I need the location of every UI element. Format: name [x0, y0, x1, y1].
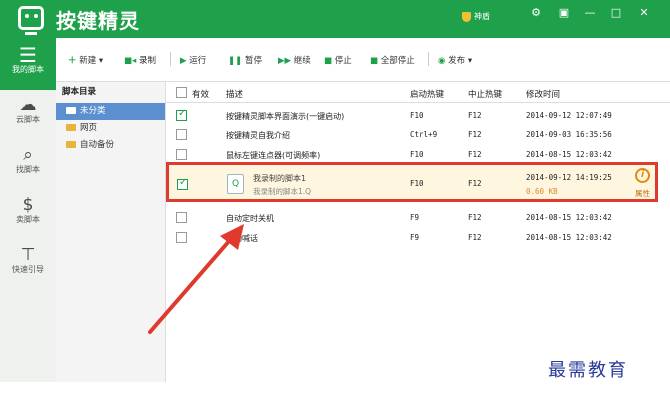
watermark: 最需教育: [548, 360, 628, 381]
annotation-arrow: [148, 224, 244, 334]
arrow-shaft: [148, 238, 232, 334]
